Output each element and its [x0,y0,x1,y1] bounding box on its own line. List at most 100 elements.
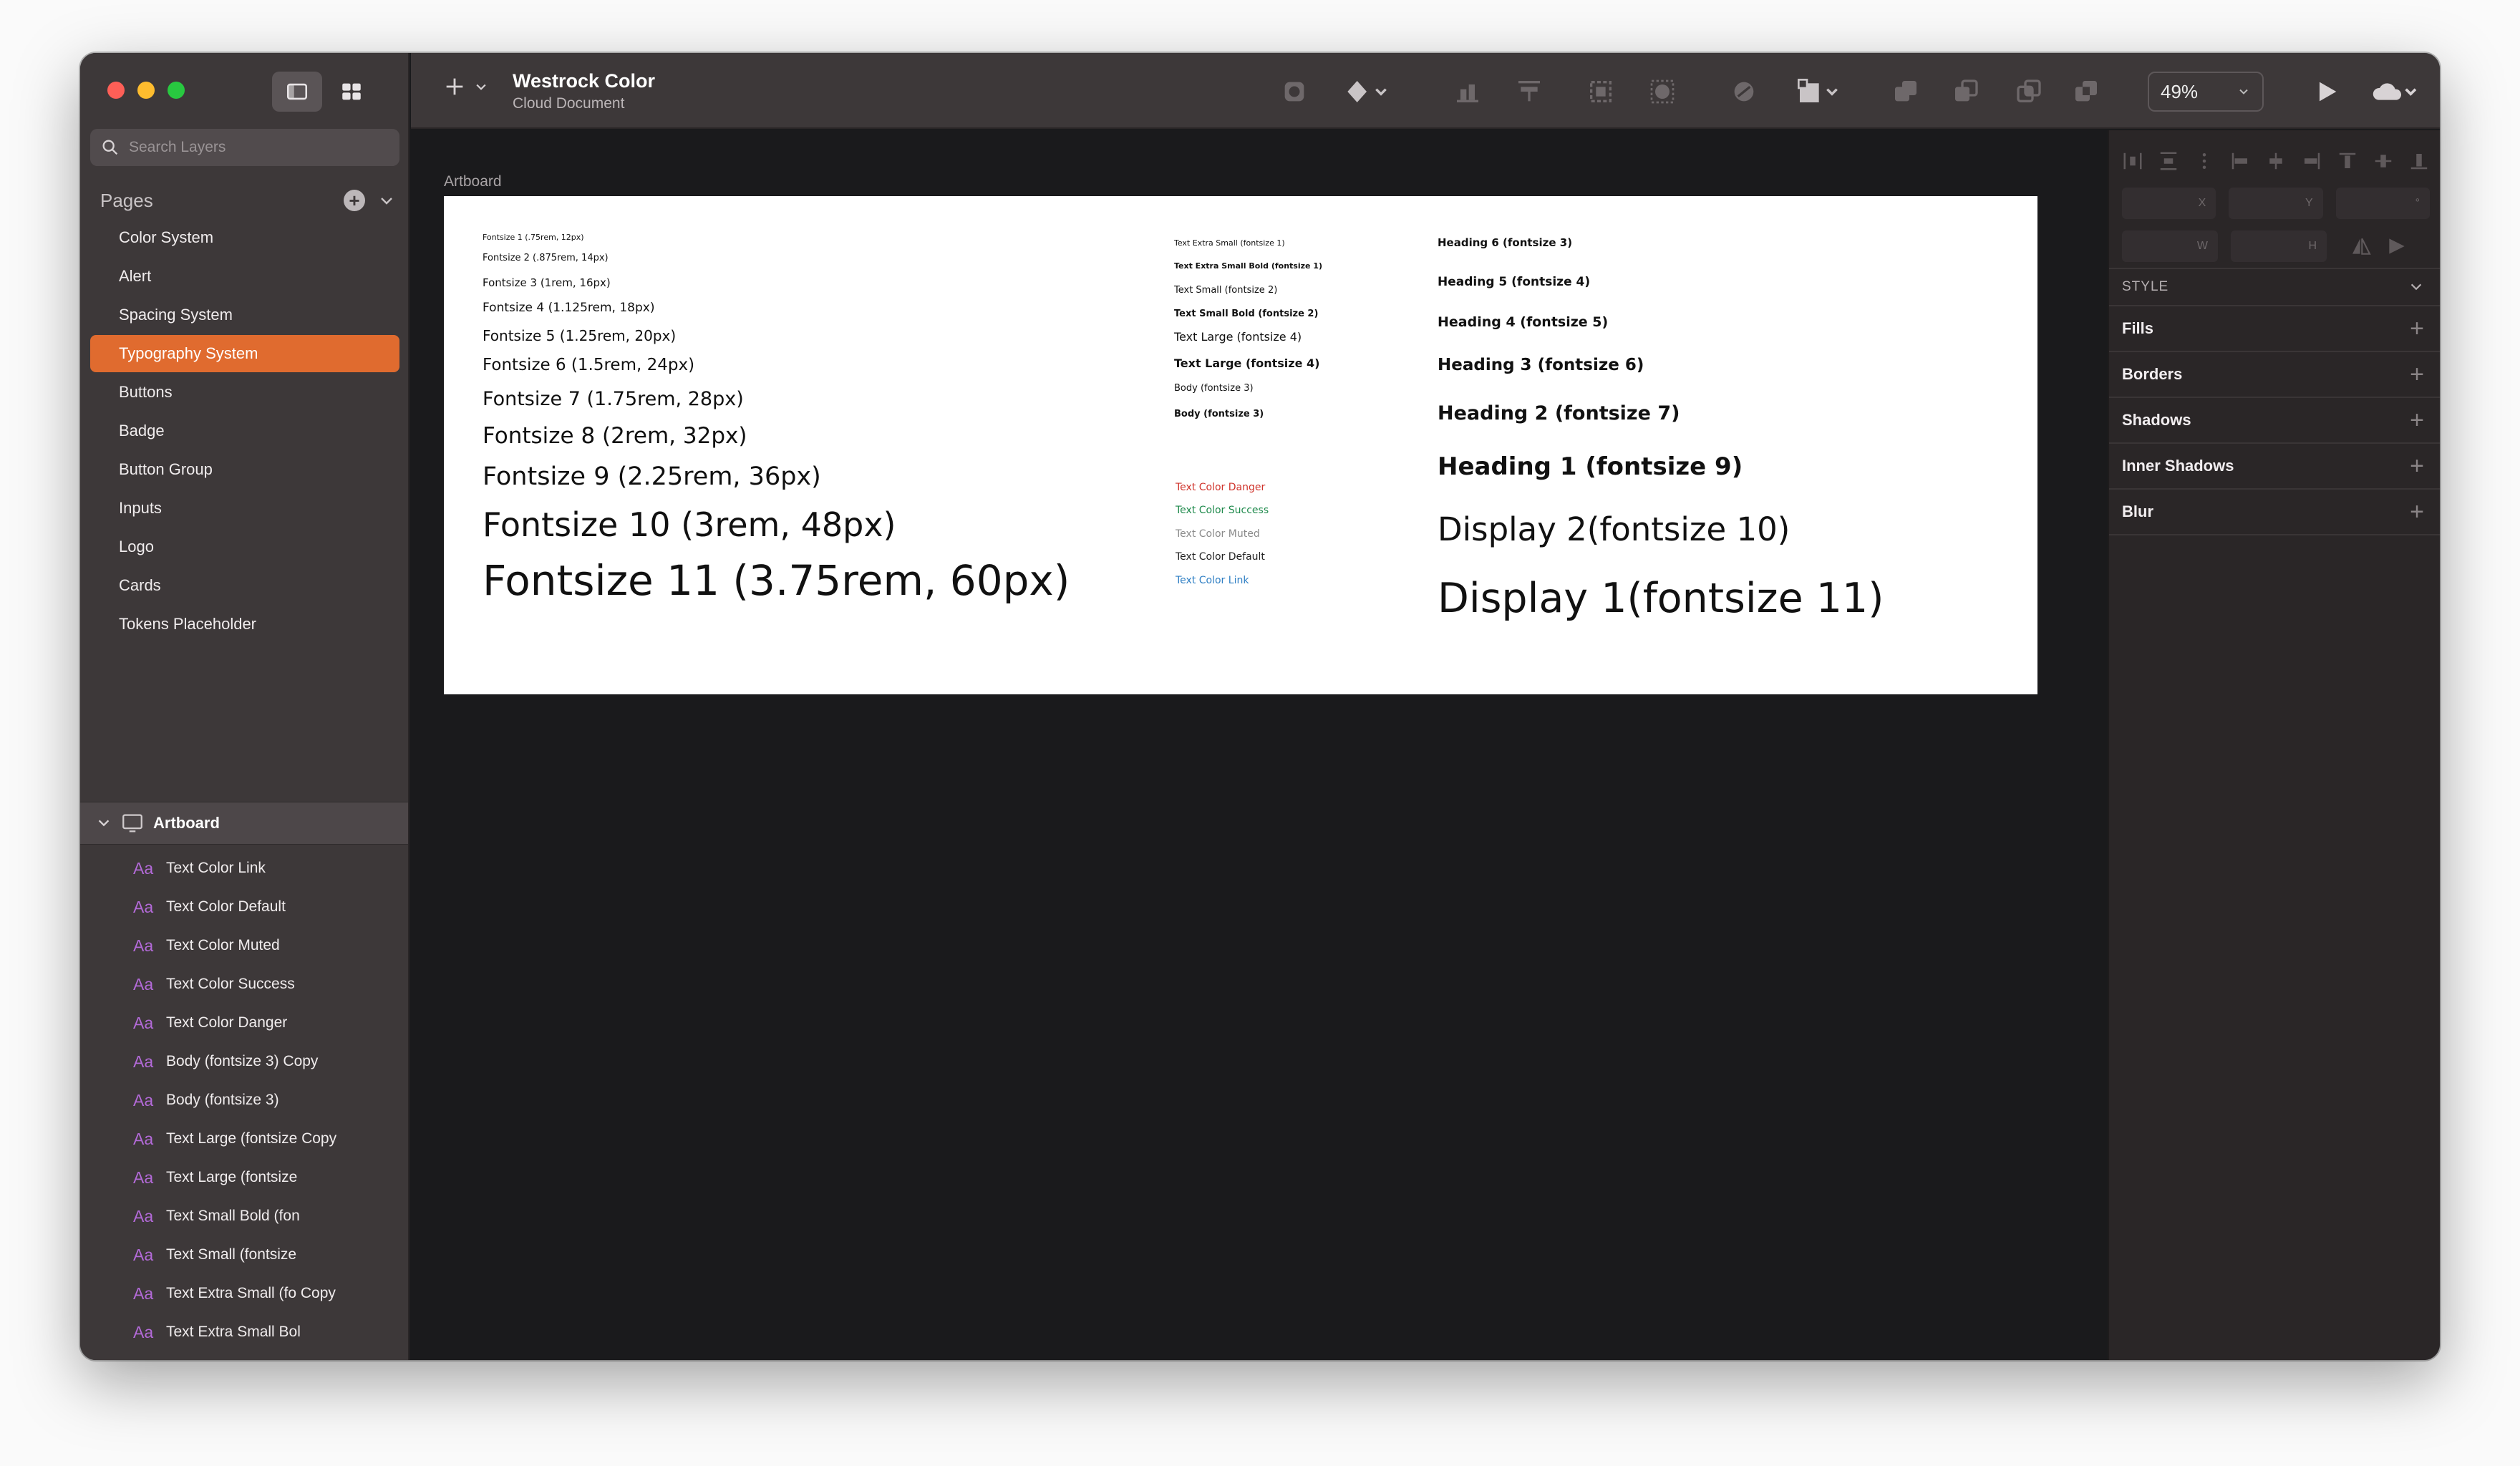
more-vertical-icon[interactable] [2194,150,2215,172]
text-color-muted[interactable]: Text Color Muted [1176,529,1260,539]
page-item[interactable]: Badge [90,412,399,450]
heading-sample[interactable]: Heading 5 (fontsize 4) [1438,276,1590,288]
add-icon[interactable]: + [2410,452,2424,480]
layer-item[interactable]: Aa Text Color Default [80,888,408,926]
text-color-success[interactable]: Text Color Success [1176,505,1269,515]
x-field[interactable]: X [2122,188,2216,219]
fontsize-sample[interactable]: Fontsize 7 (1.75rem, 28px) [483,389,744,409]
display-sample[interactable]: Display 1(fontsize 11) [1438,578,1884,619]
layer-item[interactable]: Aa Text Large (fontsize Copy [80,1120,408,1158]
height-field[interactable]: H [2231,230,2327,262]
distribute-vertical-icon[interactable] [2158,150,2179,172]
y-field[interactable]: Y [2229,188,2323,219]
distribute-button[interactable] [1513,76,1545,107]
cloud-menu-button[interactable] [2364,76,2424,107]
page-item[interactable]: Spacing System [90,296,399,334]
minimize-window-button[interactable] [137,82,155,99]
fontsize-sample[interactable]: Fontsize 1 (.75rem, 12px) [483,233,584,241]
align-top-icon[interactable] [2337,150,2358,172]
boolean-menu-button[interactable] [1791,76,1844,107]
fontsize-sample[interactable]: Fontsize 5 (1.25rem, 20px) [483,329,676,343]
page-item[interactable]: Buttons [90,374,399,411]
align-middle-icon[interactable] [2373,150,2394,172]
layer-item[interactable]: Aa Text Small (fontsize [80,1236,408,1274]
text-style-sample[interactable]: Text Large (fontsize 4) [1174,331,1302,343]
distribute-horizontal-icon[interactable] [2122,150,2143,172]
layer-item[interactable]: Aa Body (fontsize 3) [80,1081,408,1120]
component-menu-button[interactable] [1342,76,1392,107]
layer-item[interactable]: Aa Text Color Muted [80,926,408,965]
layer-item[interactable]: Aa Text Color Success [80,965,408,1004]
text-style-sample[interactable]: Text Extra Small (fontsize 1) [1174,239,1285,247]
search-input[interactable] [129,139,387,156]
rotation-field[interactable]: ° [2335,188,2430,219]
layer-item[interactable]: Aa Text Color Link [80,849,408,888]
text-color-default[interactable]: Text Color Default [1176,552,1265,562]
scale-button[interactable] [1585,76,1617,107]
style-section-borders[interactable]: Borders + [2109,352,2440,398]
grid-view-button[interactable] [326,72,377,112]
style-section-header[interactable]: STYLE [2109,268,2440,306]
text-style-sample[interactable]: Text Extra Small Bold (fontsize 1) [1174,262,1322,270]
layer-item[interactable]: Aa Text Color Danger [80,1004,408,1042]
add-icon[interactable]: + [2410,498,2424,526]
layer-item[interactable]: Aa Text Extra Small Bol [80,1313,408,1351]
add-page-button[interactable]: + [344,190,365,211]
style-section-blur[interactable]: Blur + [2109,490,2440,535]
heading-sample[interactable]: Heading 1 (fontsize 9) [1438,455,1743,479]
zoom-window-button[interactable] [168,82,185,99]
intersect-button[interactable] [2013,76,2045,107]
add-icon[interactable]: + [2410,315,2424,343]
page-item[interactable]: Cards [90,567,399,604]
page-item[interactable]: Color System [90,219,399,256]
align-right-icon[interactable] [2301,150,2322,172]
text-style-sample[interactable]: Text Small Bold (fontsize 2) [1174,309,1318,319]
create-symbol-button[interactable] [1279,76,1310,107]
align-bottom-button[interactable] [1452,76,1483,107]
page-item[interactable]: Inputs [90,490,399,527]
add-icon[interactable]: + [2410,407,2424,435]
close-window-button[interactable] [107,82,125,99]
add-icon[interactable]: + [2410,361,2424,389]
chevron-down-icon[interactable] [378,192,395,209]
layer-item[interactable]: Aa Body (fontsize 3) Copy [80,1042,408,1081]
difference-button[interactable] [2070,76,2102,107]
fontsize-sample[interactable]: Fontsize 4 (1.125rem, 18px) [483,302,654,314]
layer-item[interactable]: Aa Text Large (fontsize [80,1158,408,1197]
page-item[interactable]: Typography System [90,335,399,372]
style-section-inner-shadows[interactable]: Inner Shadows + [2109,444,2440,490]
fontsize-sample[interactable]: Fontsize 3 (1rem, 16px) [483,278,611,288]
union-button[interactable] [1890,76,1922,107]
zoom-select[interactable]: 49% [2148,72,2264,112]
artboard[interactable]: Fontsize 1 (.75rem, 12px) Fontsize 2 (.8… [444,196,2037,694]
align-bottom-icon[interactable] [2408,150,2430,172]
subtract-button[interactable] [1950,76,1982,107]
text-color-danger[interactable]: Text Color Danger [1176,482,1265,492]
layer-item[interactable]: Aa Text Small Bold (fon [80,1197,408,1236]
width-field[interactable]: W [2122,230,2218,262]
flip-vertical-icon[interactable] [2385,235,2408,258]
fontsize-sample[interactable]: Fontsize 8 (2rem, 32px) [483,425,747,447]
flip-horizontal-icon[interactable] [2350,235,2373,258]
fontsize-sample[interactable]: Fontsize 11 (3.75rem, 60px) [483,560,1070,601]
page-item[interactable]: Alert [90,258,399,295]
canvas-view-button[interactable] [272,72,322,112]
artboard-label[interactable]: Artboard [444,173,502,190]
preview-button[interactable] [2311,76,2342,107]
chevron-down-icon[interactable] [96,815,112,831]
text-style-sample[interactable]: Body (fontsize 3) [1174,384,1254,393]
insert-button[interactable] [442,74,488,99]
fontsize-sample[interactable]: Fontsize 2 (.875rem, 14px) [483,253,609,263]
text-style-sample[interactable]: Body (fontsize 3) [1174,409,1264,419]
mask-button[interactable] [1728,76,1760,107]
fontsize-sample[interactable]: Fontsize 6 (1.5rem, 24px) [483,357,694,374]
heading-sample[interactable]: Heading 3 (fontsize 6) [1438,357,1644,374]
fontsize-sample[interactable]: Fontsize 9 (2.25rem, 36px) [483,465,821,490]
page-item[interactable]: Logo [90,528,399,565]
display-sample[interactable]: Display 2(fontsize 10) [1438,513,1790,545]
layer-item[interactable]: Aa Text Extra Small (fo Copy [80,1274,408,1313]
style-section-fills[interactable]: Fills + [2109,306,2440,352]
align-left-icon[interactable] [2229,150,2251,172]
flatten-button[interactable] [1647,76,1678,107]
canvas[interactable]: Artboard Fontsize 1 (.75rem, 12px) Fonts… [411,130,2108,1360]
